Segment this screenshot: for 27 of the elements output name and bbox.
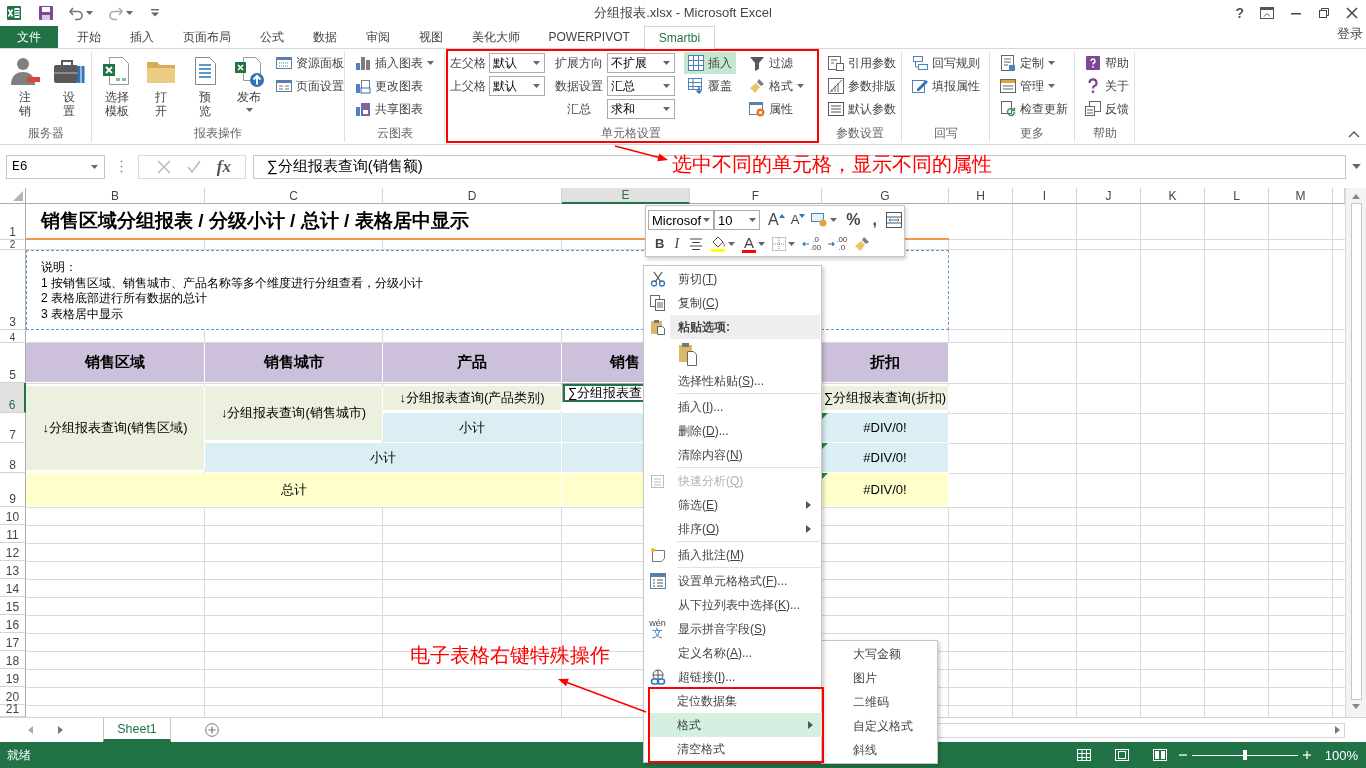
- menu-section-header: 粘贴选项:: [670, 315, 820, 339]
- pinyin-glyph: wén 文: [649, 619, 666, 639]
- window-title: 分组报表.xlsx - Microsoft Excel: [594, 4, 772, 22]
- annotation-text: 电子表格右键特殊操作: [410, 643, 610, 667]
- column-heading: 销售区域: [26, 343, 205, 383]
- field-label: 左父格: [449, 54, 486, 72]
- group-label: 服务器: [26, 125, 65, 141]
- column-heading: 产品: [383, 343, 562, 383]
- status-text: 就绪: [7, 746, 31, 764]
- group-label: 回写: [932, 125, 959, 141]
- field-label: 汇总: [566, 100, 592, 118]
- group-label: 单元格设置: [600, 125, 662, 141]
- group-label: 云图表: [375, 125, 414, 141]
- note-line: 1 按销售区域、销售城市、产品名称等多个维度进行分组查看，分级小计: [41, 275, 423, 291]
- column-heading: 销售城市: [205, 343, 383, 383]
- group-label: 帮助: [1091, 125, 1118, 141]
- note-line: 3 表格居中显示: [41, 306, 123, 322]
- group-label: 更多: [1019, 125, 1045, 141]
- field-label: 上父格: [449, 77, 486, 95]
- note-line: 2 表格底部进行所有数据的总计: [41, 291, 207, 307]
- group-label: 报表操作: [193, 125, 243, 141]
- group-label: 参数设置: [834, 125, 885, 141]
- annotation-text: 选中不同的单元格，显示不同的属性: [672, 152, 992, 176]
- field-label: 扩展方向: [554, 54, 604, 72]
- note-line: 说明：: [41, 260, 77, 276]
- column-heading: 折扣: [822, 343, 949, 383]
- field-label: 数据设置: [554, 77, 604, 95]
